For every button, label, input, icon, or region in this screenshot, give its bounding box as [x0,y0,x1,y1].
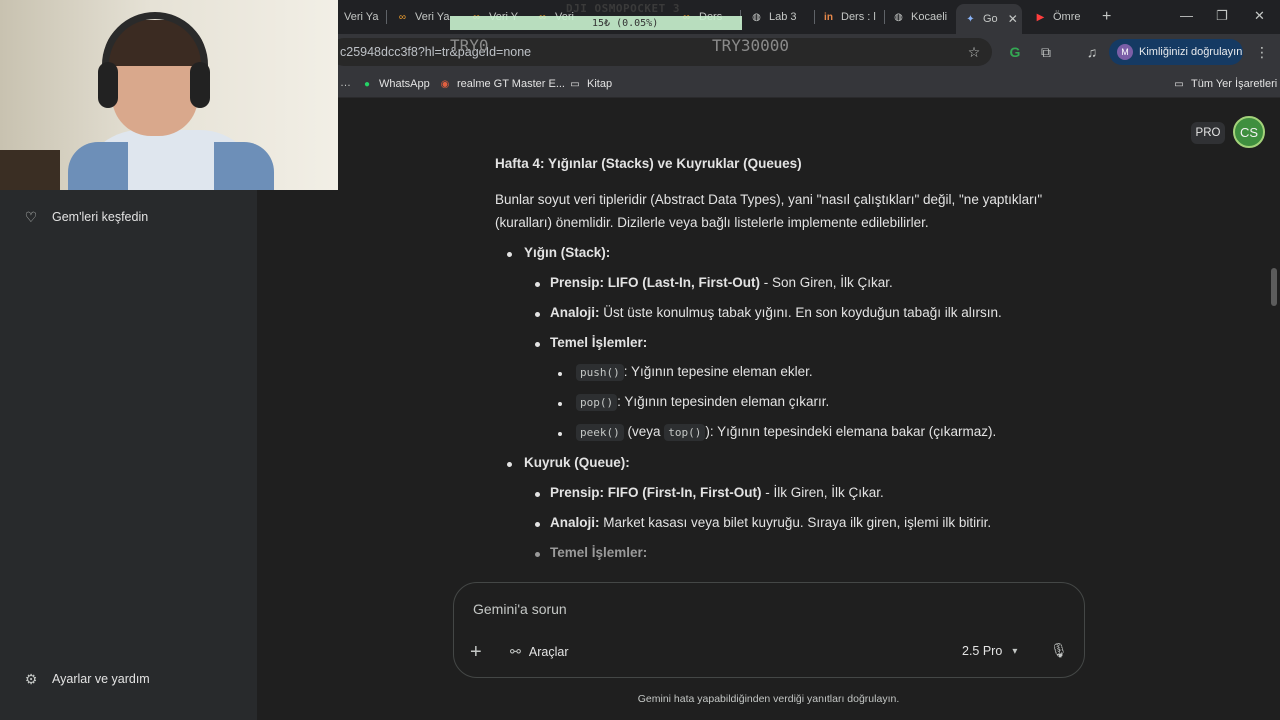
intro-line: (kuralları) önemlidir. Dizilerle veya ba… [495,215,929,230]
profile-label: Kimliğinizi doğrulayın [1139,46,1243,58]
bullet [535,342,540,347]
bullet [535,552,540,557]
infinity-icon: ∞ [538,11,547,23]
extensions-icon[interactable]: ⧉ [1036,42,1056,62]
queue-principle: Prensip: FIFO (First-In, First-Out) - İl… [550,485,884,500]
address-bar[interactable]: c25948dcc3f8?hl=tr&pageId=none ☆ [330,38,992,66]
scrollbar[interactable] [1271,268,1277,306]
bullet [558,432,562,436]
tools-icon: ⚯ [510,644,521,659]
microphone-icon[interactable]: 🎙 [1050,642,1068,659]
stack-principle: Prensip: LIFO (Last-In, First-Out) - Son… [550,275,893,290]
pro-badge: PRO [1191,122,1225,144]
minimize-icon[interactable]: — [1180,8,1193,23]
infinity-icon: ∞ [472,11,481,23]
youtube-icon: ▶ [1036,11,1045,23]
prompt-input-box[interactable]: Gemini'a sorun + ⚯ Araçlar 2.5 Pro ▾ 🎙 [453,582,1085,678]
model-selector[interactable]: 2.5 Pro ▾ [962,644,1017,658]
url-text: c25948dcc3f8?hl=tr&pageId=none [340,45,532,59]
folder-icon: ▭ [570,78,580,90]
inline-code: pop() [576,394,618,411]
chevron-down-icon: ▾ [1012,645,1018,657]
bullet [507,252,512,257]
response-heading: Hafta 4: Yığınlar (Stacks) ve Kuyruklar … [495,156,802,171]
stack-ops-label: Temel İşlemler: [550,335,648,350]
bullet [535,492,540,497]
bookmark-whatsapp[interactable]: ● WhatsApp [360,77,430,91]
tab-separator [386,10,387,24]
profile-avatar: M [1117,44,1133,60]
browser-tab[interactable]: ∞ Ders [680,6,730,28]
close-tab-icon[interactable]: ✕ [1008,12,1018,26]
intro-line: Bunlar soyut veri tipleridir (Abstract D… [495,192,1043,207]
bullet [535,282,540,287]
bookmarks-overflow[interactable]: … [340,77,351,89]
gem-heart-icon: ♡ [24,208,38,225]
browser-tab-active[interactable]: ✦ Go ✕ [956,4,1022,34]
close-window-icon[interactable]: ✕ [1254,8,1265,24]
globe-icon: ◍ [894,11,903,23]
prompt-input[interactable]: Gemini'a sorun [473,601,567,617]
settings-help-button[interactable]: ⚙ Ayarlar ve yardım [22,670,150,688]
add-attachment-button[interactable]: + [470,641,482,664]
infinity-icon: ∞ [682,11,691,23]
queue-ops-label: Temel İşlemler: [550,545,648,560]
grammarly-icon[interactable]: G [1005,42,1025,62]
bookmark-kitap[interactable]: ▭ Kitap [568,77,612,91]
whatsapp-icon: ● [363,78,371,90]
bookmark-star-icon[interactable]: ☆ [964,42,984,62]
inline-code: top() [664,424,706,441]
inline-code: peek() [576,424,624,441]
browser-tab[interactable]: in Ders : l [822,6,882,28]
gemini-sidebar: ♡ Gem'leri keşfedin ⚙ Ayarlar ve yardım [0,98,257,720]
browser-tab[interactable]: ∞ Veri [536,6,586,28]
chat-main: PRO CS Hafta 4: Yığınlar (Stacks) ve Kuy… [257,98,1280,720]
in-icon: in [824,11,833,23]
restore-icon[interactable]: ❐ [1216,8,1228,24]
menu-icon[interactable]: ⋮ [1252,42,1272,62]
gear-icon: ⚙ [24,670,38,687]
all-bookmarks[interactable]: ▭ Tüm Yer İşaretleri [1172,77,1277,91]
realme-icon: ◉ [440,78,450,90]
tools-button[interactable]: ⚯ Araçlar [510,644,569,660]
browser-tab[interactable]: ◍ Lab 3 [750,6,806,28]
media-controls-icon[interactable]: ♫ [1082,42,1102,62]
browser-tab[interactable]: ▶ Ömre [1034,6,1094,28]
browser-tab[interactable]: ∞ Veri Ya [396,6,450,28]
account-avatar[interactable]: CS [1233,116,1265,148]
stack-op-pop: pop(): Yığının tepesinden eleman çıkarır… [576,394,829,411]
globe-icon: ◍ [752,11,761,23]
browser-tab[interactable]: Veri Ya [344,6,384,28]
explore-gems-button[interactable]: ♡ Gem'leri keşfedin [22,208,148,226]
profile-button[interactable]: M Kimliğinizi doğrulayın [1109,39,1243,65]
inline-code: push() [576,364,624,381]
gemini-icon: ✦ [966,13,975,25]
bullet [535,312,540,317]
bullet [558,372,562,376]
stack-op-push: push(): Yığının tepesine eleman ekler. [576,364,813,381]
tab-separator [884,10,885,24]
queue-title: Kuyruk (Queue): [524,455,630,470]
bullet [507,462,512,467]
disclaimer-text: Gemini hata yapabildiğinden verdiği yanı… [637,693,900,705]
tab-separator [814,10,815,24]
stack-op-peek: peek() (veya top()): Yığının tepesindeki… [576,424,996,441]
tab-separator [740,10,741,24]
webcam-overlay [0,0,338,190]
browser-tab[interactable]: ◍ Kocaeli [892,6,952,28]
new-tab-icon[interactable]: + [1102,8,1111,26]
folder-icon: ▭ [1174,78,1184,90]
bullet [558,402,562,406]
browser-tab[interactable]: ∞ Veri Y [470,6,520,28]
stack-title: Yığın (Stack): [524,245,611,260]
bullet [535,522,540,527]
infinity-icon: ∞ [398,11,407,23]
queue-analogy: Analoji: Market kasası veya bilet kuyruğ… [550,515,992,530]
stack-analogy: Analoji: Üst üste konulmuş tabak yığını.… [550,305,1002,320]
bookmark-realme[interactable]: ◉ realme GT Master E... [438,77,565,91]
